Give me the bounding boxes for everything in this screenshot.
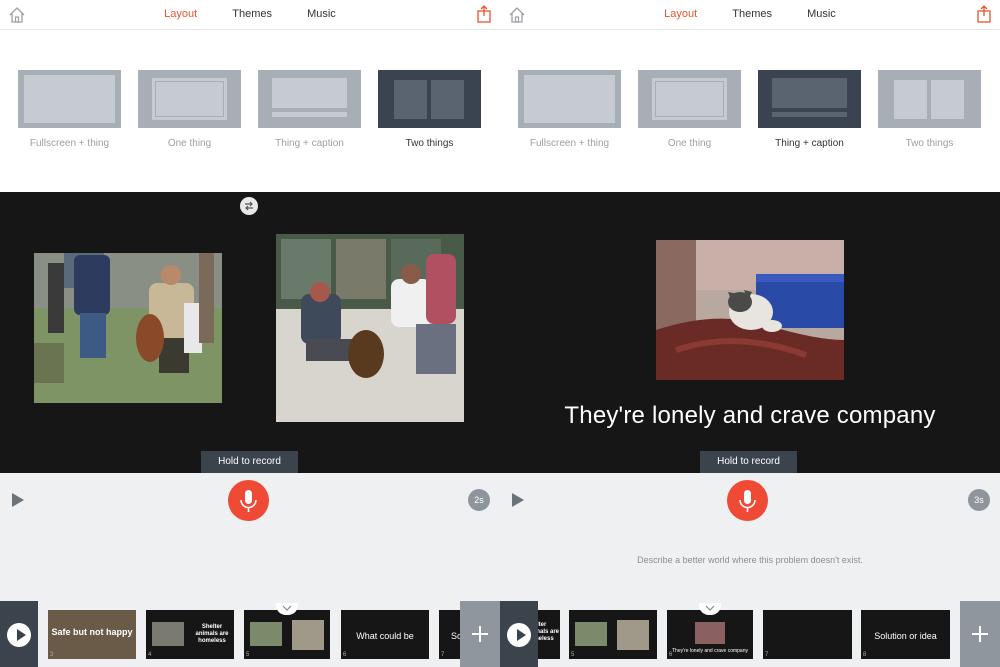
play-icon[interactable] [512,493,524,507]
slide-text: Safe but not happy [51,627,133,637]
slide-number: 6 [669,652,673,658]
layout-label: Two things [905,138,954,149]
record-button[interactable] [228,480,269,521]
share-icon[interactable] [976,5,992,23]
photo-people-sitting-with-dog[interactable] [276,234,464,422]
layout-label: Fullscreen + thing [29,138,110,149]
slide-text: They're lonely and crave company [672,648,748,654]
tab-themes[interactable]: Themes [732,8,772,20]
slide-number: 4 [148,652,152,658]
slide-stage[interactable] [0,192,500,473]
layout-label: One thing [167,138,212,149]
slide-thumb[interactable]: 5 [244,610,330,659]
chevron-down-icon[interactable] [276,603,298,615]
add-slide-button[interactable] [960,601,1000,667]
slide-number: 8 [863,652,867,658]
slide-thumb[interactable]: 5 [569,610,657,659]
tab-layout[interactable]: Layout [164,8,197,20]
slide-number: 7 [441,652,445,658]
layout-label: Thing + caption [775,138,844,149]
play-icon[interactable] [12,493,24,507]
photo-volunteers-with-dog[interactable] [34,253,222,403]
layout-label: Two things [405,138,454,149]
slide-caption[interactable]: They're lonely and crave company [500,402,1000,430]
tab-themes[interactable]: Themes [232,8,272,20]
slide-thumb[interactable]: Solution or idea 8 [861,610,950,659]
slide-number: 5 [571,652,575,658]
play-all-button[interactable] [0,601,38,667]
tab-music[interactable]: Music [307,8,336,20]
layout-two-things[interactable]: Two things [878,70,981,149]
tab-music[interactable]: Music [807,8,836,20]
nav-tabs: Layout Themes Music [0,8,500,20]
slide-filmstrip: Safe but not happy 3 Shelter animals are… [0,601,500,667]
play-all-button[interactable] [500,601,538,667]
add-slide-button[interactable] [460,601,500,667]
slide-number: 3 [50,652,54,658]
layout-thing-caption[interactable]: Thing + caption [258,70,361,149]
left-pane: Layout Themes Music Fullscreen + thing O… [0,0,500,667]
top-nav: Layout Themes Music [0,0,500,30]
layout-thing-caption[interactable]: Thing + caption [758,70,861,149]
swap-icon[interactable] [240,197,258,215]
hold-to-record-tooltip: Hold to record [201,451,298,473]
layout-one-thing[interactable]: One thing [138,70,241,149]
right-pane: Layout Themes Music Fullscreen + thing O… [500,0,1000,667]
slide-thumb[interactable]: What could be 6 [341,610,429,659]
slide-number: 7 [765,652,769,658]
layout-options: Fullscreen + thing One thing Thing + cap… [0,70,500,170]
slide-thumb[interactable]: Safe but not happy 3 [48,610,136,659]
nav-tabs: Layout Themes Music [500,8,1000,20]
layout-label: Thing + caption [275,138,344,149]
top-nav: Layout Themes Music [500,0,1000,30]
slide-filmstrip: Shelter animals are homeless 5 They're l… [500,601,1000,667]
duration-badge: 2s [468,489,490,511]
layout-one-thing[interactable]: One thing [638,70,741,149]
layout-two-things[interactable]: Two things [378,70,481,149]
layout-label: One thing [667,138,712,149]
tab-layout[interactable]: Layout [664,8,697,20]
slide-thumb[interactable]: They're lonely and crave company 6 [667,610,753,659]
slide-number: 5 [246,652,250,658]
slide-text: Solution or idea [874,631,937,641]
photo-kitten[interactable] [656,240,844,380]
slide-thumb[interactable]: 7 [763,610,852,659]
record-button[interactable] [727,480,768,521]
layout-options: Fullscreen + thing One thing Thing + cap… [500,70,1000,170]
slide-thumb[interactable]: Shelter animals are homeless 4 [146,610,234,659]
chevron-down-icon[interactable] [699,603,721,615]
slide-number: 6 [343,652,347,658]
slide-text: What could be [356,631,414,641]
slide-stage[interactable]: They're lonely and crave company [500,192,1000,473]
prompt-hint: Describe a better world where this probl… [637,555,863,565]
layout-label: Fullscreen + thing [529,138,610,149]
record-controls: 2s [0,473,500,601]
layout-fullscreen-thing[interactable]: Fullscreen + thing [18,70,121,149]
layout-fullscreen-thing[interactable]: Fullscreen + thing [518,70,621,149]
share-icon[interactable] [476,5,492,23]
duration-badge: 3s [968,489,990,511]
slide-text: Shelter animals are homeless [195,624,229,644]
record-controls: 3s Describe a better world where this pr… [500,473,1000,601]
hold-to-record-tooltip: Hold to record [700,451,797,473]
